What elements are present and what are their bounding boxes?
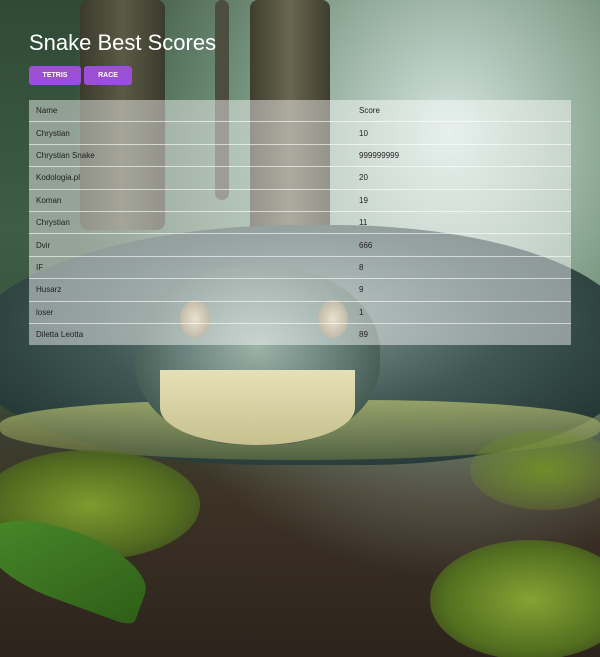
cell-score: 10 (359, 128, 368, 138)
table-row: IF 8 (29, 257, 571, 280)
cell-score: 20 (359, 173, 368, 183)
cell-score: 11 (359, 218, 368, 228)
cell-score: 999999999 (359, 150, 400, 160)
cell-name: Dvir (36, 240, 51, 250)
snake-jaw (160, 370, 355, 445)
table-row: Husarz 9 (29, 279, 571, 302)
cell-name: Kodologia.pl (36, 173, 81, 183)
cell-name: Chrystian (36, 218, 70, 228)
cell-name: Koman (36, 195, 62, 205)
table-header-row: Name Score (29, 100, 571, 123)
table-row: Koman 19 (29, 190, 571, 212)
cell-name: Chrystian Snake (36, 150, 95, 160)
moss (430, 540, 600, 657)
cell-name: Husarz (36, 285, 62, 295)
tab-race[interactable]: RACE (84, 66, 132, 85)
table-row: Chrystian 11 (29, 212, 571, 235)
cell-name: IF (36, 262, 44, 272)
table-row: Chrystian Snake 999999999 (29, 145, 571, 168)
scores-table: Name Score Chrystian 10 Chrystian Snake … (29, 100, 571, 346)
header-score: Score (359, 106, 380, 116)
tab-tetris[interactable]: TETRIS (29, 66, 81, 85)
header-name: Name (36, 106, 58, 116)
table-row: Chrystian 10 (29, 122, 571, 145)
cell-name: Chrystian (36, 128, 70, 138)
table-row: Dvir 666 (29, 234, 571, 257)
cell-name: loser (36, 307, 54, 317)
cell-score: 89 (359, 330, 368, 340)
table-row: Diletta Leotta 89 (29, 324, 571, 345)
cell-score: 666 (359, 240, 373, 250)
cell-score: 1 (359, 307, 364, 317)
page-title: Snake Best Scores (29, 30, 217, 55)
table-row: loser 1 (29, 302, 571, 324)
game-tabs: TETRIS RACE (29, 66, 132, 85)
moss (470, 430, 600, 510)
cell-score: 8 (359, 262, 364, 272)
cell-name: Diletta Leotta (36, 330, 84, 340)
table-row: Kodologia.pl 20 (29, 167, 571, 190)
cell-score: 9 (359, 285, 364, 295)
cell-score: 19 (359, 195, 368, 205)
